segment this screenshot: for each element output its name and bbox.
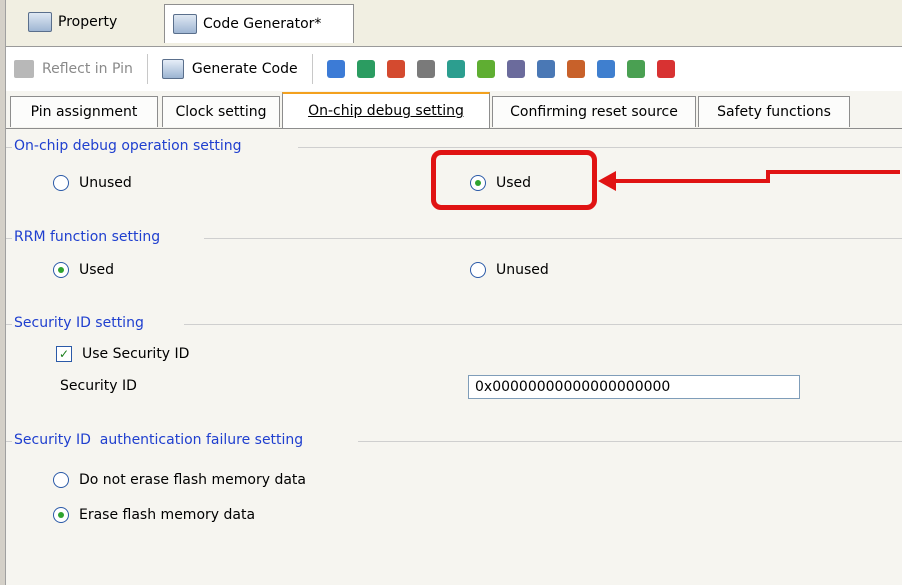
group-title-rrm-text: RRM function setting <box>14 229 161 245</box>
use-security-id-label: Use Security ID <box>82 346 190 362</box>
do-not-erase-radio[interactable]: Do not erase flash memory data <box>53 472 306 488</box>
serial-icon[interactable] <box>416 60 435 78</box>
group-title-onchip-debug-text: On-chip debug operation setting <box>14 138 242 154</box>
annotation-highlight-box <box>431 150 597 210</box>
tab-code-generator-label: Code Generator* <box>203 16 322 32</box>
group-title-auth-failure: Security ID authentication failure setti… <box>14 432 303 448</box>
generate-code-button[interactable]: Generate Code <box>154 52 306 86</box>
property-icon <box>28 12 52 32</box>
group-divider <box>6 324 12 325</box>
group-divider <box>6 147 12 148</box>
tab-on-chip-debug-setting-label: On-chip debug setting <box>308 103 464 119</box>
group-title-security-id-text: Security ID setting <box>14 315 144 331</box>
radio-icon <box>53 175 69 191</box>
watchdog-icon[interactable] <box>476 60 495 78</box>
tab-property[interactable]: Property <box>20 4 176 40</box>
tab-on-chip-debug-setting[interactable]: On-chip debug setting <box>282 92 490 128</box>
rrm-unused-label: Unused <box>496 262 549 278</box>
use-security-id-checkbox[interactable]: ✓ Use Security ID <box>56 346 189 362</box>
tab-safety-functions[interactable]: Safety functions <box>698 96 850 127</box>
group-divider <box>6 441 12 442</box>
tab-confirming-reset-source[interactable]: Confirming reset source <box>492 96 696 127</box>
rrm-used-label: Used <box>79 262 115 278</box>
rrm-used-radio[interactable]: Used <box>53 262 114 278</box>
tab-clock-setting[interactable]: Clock setting <box>162 96 280 127</box>
onchip-unused-radio[interactable]: Unused <box>53 175 132 191</box>
clock-generator-icon[interactable] <box>326 60 345 78</box>
radio-selected-icon <box>53 262 69 278</box>
battery-icon[interactable] <box>656 60 675 78</box>
document-tab-strip: Property Code Generator* <box>6 0 902 47</box>
reflect-in-pin-button[interactable]: Reflect in Pin <box>6 52 141 86</box>
group-title-security-id: Security ID setting <box>14 315 144 331</box>
tab-pin-assignment[interactable]: Pin assignment <box>10 96 158 127</box>
rrm-unused-radio[interactable]: Unused <box>470 262 549 278</box>
peripheral-icons <box>326 60 675 78</box>
group-divider <box>6 238 12 239</box>
group-divider <box>298 147 902 148</box>
group-title-rrm: RRM function setting <box>14 229 160 245</box>
display-icon[interactable] <box>536 60 555 78</box>
checkbox-checked-icon: ✓ <box>56 346 72 362</box>
code-generator-icon <box>173 14 197 34</box>
security-id-field[interactable]: 0x00000000000000000000 <box>468 375 800 399</box>
group-divider <box>184 324 902 325</box>
erase-label: Erase flash memory data <box>79 507 256 523</box>
generate-code-label: Generate Code <box>191 61 298 77</box>
toolbar-separator <box>146 54 148 84</box>
group-title-onchip-debug: On-chip debug operation setting <box>14 138 242 154</box>
radio-icon <box>470 262 486 278</box>
security-id-label: Security ID <box>60 378 137 394</box>
port-icon[interactable] <box>356 60 375 78</box>
radio-icon <box>53 472 69 488</box>
onchip-unused-label: Unused <box>79 175 132 191</box>
tab-code-generator[interactable]: Code Generator* <box>164 4 354 43</box>
settings-tab-strip: Pin assignment Clock setting On-chip deb… <box>6 92 902 128</box>
erase-radio[interactable]: Erase flash memory data <box>53 507 255 523</box>
tab-safety-functions-label: Safety functions <box>717 104 831 120</box>
group-divider <box>358 441 902 442</box>
interrupt-icon[interactable] <box>386 60 405 78</box>
tab-confirming-reset-source-label: Confirming reset source <box>510 104 678 120</box>
tab-pin-assignment-label: Pin assignment <box>30 104 138 120</box>
radio-selected-icon <box>53 507 69 523</box>
toolbar-separator <box>311 54 313 84</box>
generate-code-icon <box>161 59 184 79</box>
tab-property-label: Property <box>58 14 118 30</box>
timer-icon[interactable] <box>446 60 465 78</box>
toolbar: Reflect in Pin Generate Code <box>6 47 902 91</box>
group-divider <box>204 238 902 239</box>
sound-icon[interactable] <box>596 60 615 78</box>
tab-clock-setting-label: Clock setting <box>175 104 267 120</box>
link-icon[interactable] <box>506 60 525 78</box>
do-not-erase-label: Do not erase flash memory data <box>79 472 306 488</box>
reflect-in-pin-label: Reflect in Pin <box>42 61 133 77</box>
reflect-in-pin-icon <box>14 60 34 78</box>
rtc-icon[interactable] <box>566 60 585 78</box>
network-icon[interactable] <box>626 60 645 78</box>
group-title-auth-failure-text: Security ID authentication failure setti… <box>14 432 304 448</box>
